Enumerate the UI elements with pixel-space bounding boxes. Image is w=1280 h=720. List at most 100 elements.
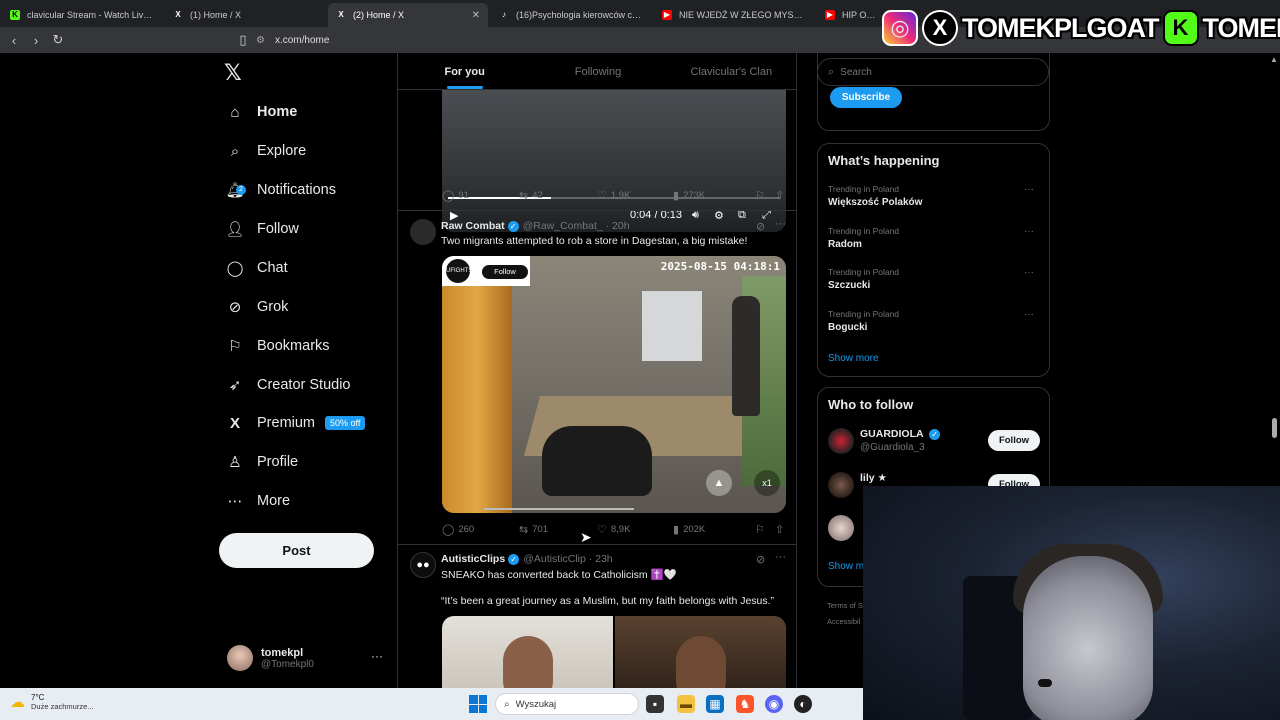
views-button[interactable]: ▮ 202K	[673, 523, 705, 536]
author-name[interactable]: AutisticClips	[441, 553, 505, 565]
store-icon[interactable]: ▦	[706, 695, 724, 713]
author-handle[interactable]: @AutisticClip	[523, 553, 586, 565]
obs-icon[interactable]: ◐	[794, 695, 812, 713]
nav-bookmarks[interactable]: ⚐ Bookmarks	[226, 331, 329, 361]
more-icon[interactable]: ···	[1024, 267, 1034, 278]
nav-more[interactable]: ⋯ More	[226, 486, 291, 516]
author-handle[interactable]: @Raw_Combat_	[523, 220, 603, 232]
weather-widget[interactable]: ☁ 7°C Duże zachmurze...	[10, 693, 94, 711]
trend-item[interactable]: Trending in Poland Szczucki ···	[828, 267, 1040, 291]
browser-tab[interactable]: ▶ NIE WJEDŹ W ZŁEGO MYSTERY BOX	[654, 3, 814, 27]
more-icon[interactable]: ···	[775, 218, 786, 230]
mouse-cursor: ➤	[580, 529, 592, 545]
x-icon: X	[922, 10, 958, 46]
card-title: What’s happening	[828, 153, 940, 168]
subscribe-button[interactable]: Subscribe	[830, 87, 902, 108]
footer-link[interactable]: Accessibil	[827, 614, 863, 630]
more-icon[interactable]: ···	[371, 649, 383, 663]
show-more-link[interactable]: Show more	[828, 353, 879, 364]
avatar[interactable]	[410, 219, 436, 245]
reload-icon[interactable]: ↻	[48, 30, 68, 50]
browser-tab[interactable]: K clavicular Stream - Watch Live on Ki	[2, 3, 162, 27]
author-name[interactable]: Raw Combat	[441, 220, 505, 232]
chevron-up-icon[interactable]: ▲	[706, 470, 732, 496]
nav-notifications[interactable]: 🔔︎ 2 Notifications	[225, 175, 336, 205]
scroll-up-icon[interactable]: ▲	[1270, 55, 1278, 64]
tab-for-you[interactable]: For you	[398, 53, 531, 89]
bookmark-star-icon[interactable]: ▯	[233, 30, 253, 50]
avatar	[828, 515, 854, 541]
timeline: For you Following Clavicular's Clan ▶ 0:…	[397, 53, 797, 689]
tweet-time[interactable]: 23h	[595, 553, 613, 565]
video-player[interactable]: 2025-08-15 04:18:1 UFIGHTS Follow ▲ x1	[442, 256, 786, 513]
follow-button[interactable]: Follow	[988, 430, 1040, 451]
brand-logo: UFIGHTS	[446, 259, 472, 283]
discord-icon[interactable]: ◉	[765, 695, 783, 713]
bookmark-button[interactable]: ⚐	[755, 189, 769, 202]
browser-tab-active[interactable]: X (2) Home / X ✕	[328, 3, 488, 27]
views-button[interactable]: ▮ 273K	[673, 189, 705, 202]
tweet-media[interactable]	[442, 616, 786, 689]
overlay-handle: TOMEKPL	[1202, 12, 1280, 43]
nav-chat[interactable]: ◯ Chat	[226, 253, 288, 283]
repost-button[interactable]: ⇆ 42	[519, 189, 543, 202]
trend-item[interactable]: Trending in Poland Radom ···	[828, 226, 1040, 250]
more-icon[interactable]: ···	[1024, 226, 1034, 237]
trend-item[interactable]: Trending in Poland Bogucki ···	[828, 309, 1040, 333]
nav-grok[interactable]: ⊘ Grok	[226, 292, 289, 322]
video-progress-bar[interactable]	[484, 508, 634, 510]
tweet-image[interactable]	[442, 616, 613, 689]
reply-button[interactable]: ◯ 91	[442, 189, 469, 202]
reply-button[interactable]: ◯ 260	[442, 523, 474, 536]
more-icon[interactable]: ···	[1024, 309, 1034, 320]
brave-icon[interactable]: ♞	[736, 695, 754, 713]
brand-follow-button[interactable]: Follow	[482, 265, 528, 279]
home-icon: ⌂	[230, 103, 240, 121]
browser-tab[interactable]: ▶ HIP OPENIN	[817, 3, 887, 27]
tab-following[interactable]: Following	[531, 53, 664, 89]
account-name: lily ★	[860, 472, 887, 484]
nav-premium[interactable]: X Premium 50% off	[226, 408, 366, 438]
reply-count: 260	[458, 524, 475, 535]
taskbar-search-input[interactable]: ⌕ Wyszukaj	[495, 693, 639, 715]
post-button[interactable]: Post	[219, 533, 374, 568]
nav-follow[interactable]: 👤︎ Follow	[225, 214, 298, 244]
scrollbar-thumb[interactable]	[1272, 418, 1277, 438]
grok-icon[interactable]: ⊘	[756, 553, 765, 566]
share-button[interactable]: ⇧	[775, 523, 788, 536]
avatar[interactable]: ●●	[410, 552, 436, 578]
browser-tab[interactable]: X (1) Home / X	[165, 3, 325, 27]
like-button[interactable]: ♡ 8,9K	[597, 523, 630, 536]
account-switcher[interactable]: tomekpl @Tomekpl0 ···	[227, 643, 387, 673]
tweet-time[interactable]: 20h	[612, 220, 630, 232]
tweet-image[interactable]	[615, 616, 786, 689]
task-view-icon[interactable]: ▪	[646, 695, 664, 713]
browser-tab[interactable]: ♪ (16)Psychologia kierowców ciężarów	[491, 3, 651, 27]
windows-start-icon[interactable]	[469, 695, 487, 713]
repost-button[interactable]: ⇆ 701	[519, 523, 548, 536]
trend-item[interactable]: Trending in Poland Większość Polaków ···	[828, 184, 1040, 208]
close-icon[interactable]: ✕	[472, 10, 480, 21]
forward-icon[interactable]: ›	[26, 30, 46, 50]
like-button[interactable]: ♡ 1,9K	[597, 189, 630, 202]
x-logo[interactable]: 𝕏	[224, 60, 242, 86]
site-info-icon[interactable]: ⚙	[256, 35, 265, 46]
nav-profile[interactable]: ♙ Profile	[226, 447, 298, 477]
back-icon[interactable]: ‹	[4, 30, 24, 50]
grok-icon[interactable]: ⊘	[756, 220, 765, 233]
bookmark-button[interactable]: ⚐	[755, 523, 769, 536]
playback-speed[interactable]: x1	[754, 470, 780, 496]
nav-home[interactable]: ⌂ Home	[226, 97, 297, 127]
search-input[interactable]: ⌕ Search	[817, 58, 1049, 86]
share-button[interactable]: ⇧	[775, 189, 788, 202]
more-icon[interactable]: ···	[1024, 184, 1034, 195]
more-icon[interactable]: ···	[775, 551, 786, 563]
tab-clan[interactable]: Clavicular's Clan	[665, 53, 796, 89]
nav-explore[interactable]: ⌕ Explore	[226, 136, 306, 166]
show-more-link[interactable]: Show m	[828, 561, 864, 572]
folder-icon[interactable]: ▬	[677, 695, 695, 713]
nav-creator-studio[interactable]: ➶ Creator Studio	[226, 370, 351, 400]
footer-link[interactable]: Terms of S	[827, 598, 863, 614]
url-field[interactable]: ⚙ x.com/home	[256, 31, 329, 49]
suggested-account[interactable]: GUARDIOLA ✓ @Guardiola_3 Follow	[828, 428, 1040, 458]
